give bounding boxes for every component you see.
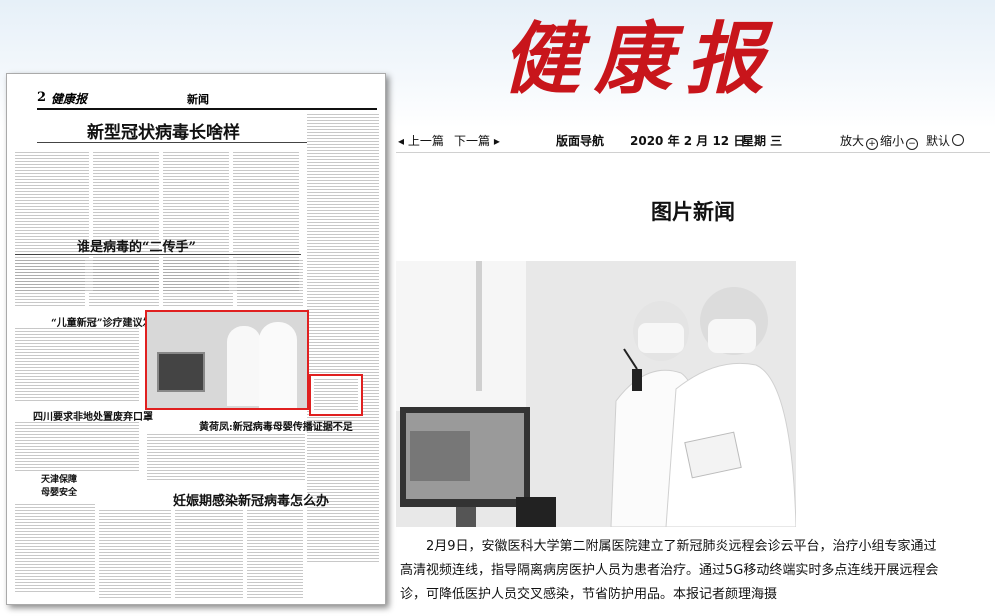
next-arrow-icon: ▸ — [490, 134, 500, 148]
headline-main[interactable]: 新型冠状病毒长啥样 — [87, 118, 240, 143]
paper-photo[interactable] — [145, 310, 309, 410]
plus-icon: + — [866, 138, 879, 150]
news-photo — [396, 261, 796, 527]
prev-arrow-icon: ◂ — [398, 134, 408, 148]
nav-bar: ◂ 上一篇 下一篇 ▸ 版面导航 2020 年 2 月 12 日 星期 三 放大… — [396, 128, 990, 153]
headline-fifth[interactable]: 黄荷凤:新冠病毒母婴传播证据不足 — [199, 418, 353, 433]
prev-article-link[interactable]: ◂ 上一篇 — [398, 132, 444, 149]
issue-date: 2020 年 2 月 12 日 — [630, 134, 746, 148]
newspaper-page[interactable]: 2 健康报 新闻 新型冠状病毒长啥样 谁是病毒的“二传手” “儿童新冠”诊疗建议… — [6, 73, 386, 605]
article-text: 2月9日，安徽医科大学第二附属医院建立了新冠肺炎远程会诊云平台，治疗小组专家通过… — [400, 539, 939, 602]
headline-seventh[interactable]: 妊娠期感染新冠病毒怎么办 — [173, 490, 329, 509]
page-section: 新闻 — [187, 93, 209, 106]
page-nav-link[interactable]: 版面导航 — [556, 132, 604, 149]
news-photo-graphic — [396, 261, 796, 527]
headline-fourth[interactable]: 四川要求非地处置废弃口罩 — [33, 408, 153, 423]
paper-photo-caption[interactable] — [309, 374, 363, 416]
zoom-out-button[interactable]: 缩小 − — [880, 132, 919, 150]
zoom-default-button[interactable]: 默认 — [926, 132, 965, 149]
issue-weekday: 星期 三 — [742, 134, 783, 148]
paper-name: 健康报 — [51, 92, 88, 106]
headline-second[interactable]: 谁是病毒的“二传手” — [77, 236, 196, 255]
headline-sixth[interactable]: 天津保障母婴安全 — [41, 472, 85, 498]
next-article-link[interactable]: 下一篇 ▸ — [454, 132, 500, 149]
page-header: 2 健康报 新闻 — [37, 90, 377, 110]
circle-icon — [952, 134, 965, 146]
page-number: 2 — [37, 90, 47, 105]
minus-icon: − — [906, 138, 919, 150]
zoom-in-button[interactable]: 放大 + — [840, 132, 879, 150]
masthead-logo: 健康报 — [501, 14, 778, 105]
section-title: 图片新闻 — [651, 200, 735, 224]
